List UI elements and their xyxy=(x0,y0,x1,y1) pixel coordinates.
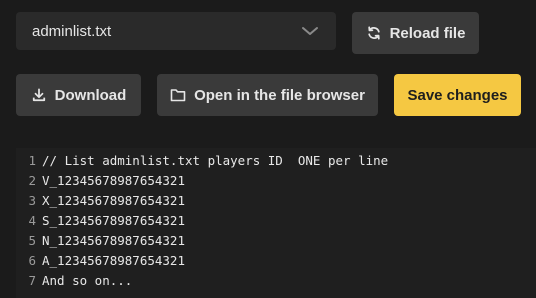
file-select[interactable]: adminlist.txt xyxy=(16,12,336,50)
download-icon xyxy=(31,87,47,103)
editor-line: 6 A_12345678987654321 xyxy=(16,251,536,271)
line-text[interactable]: S_12345678987654321 xyxy=(42,211,185,231)
file-editor-panel: adminlist.txt Reload file Download Open … xyxy=(0,0,536,298)
editor-line: 3 X_12345678987654321 xyxy=(16,191,536,211)
line-number: 2 xyxy=(28,173,36,188)
reload-icon xyxy=(366,25,382,41)
line-number: 1 xyxy=(28,153,36,168)
save-changes-button[interactable]: Save changes xyxy=(394,74,521,116)
editor-line: 2 V_12345678987654321 xyxy=(16,171,536,191)
file-select-value: adminlist.txt xyxy=(32,22,112,40)
line-number: 7 xyxy=(28,273,36,288)
line-text[interactable]: A_12345678987654321 xyxy=(42,251,185,271)
line-text[interactable]: X_12345678987654321 xyxy=(42,191,185,211)
editor-line: 5 N_12345678987654321 xyxy=(16,231,536,251)
editor-line: 7 And so on... xyxy=(16,271,536,291)
line-number: 4 xyxy=(28,213,36,228)
editor-line: 1 // List adminlist.txt players ID ONE p… xyxy=(16,151,536,171)
save-changes-label: Save changes xyxy=(407,86,508,104)
folder-icon xyxy=(170,87,186,103)
editor-line: 4 S_12345678987654321 xyxy=(16,211,536,231)
chevron-down-icon[interactable] xyxy=(300,21,320,41)
reload-file-button[interactable]: Reload file xyxy=(352,12,479,54)
line-text[interactable]: // List adminlist.txt players ID ONE per… xyxy=(42,151,388,171)
line-text[interactable]: And so on... xyxy=(42,271,132,291)
code-editor[interactable]: 1 // List adminlist.txt players ID ONE p… xyxy=(16,148,536,298)
open-file-browser-label: Open in the file browser xyxy=(194,86,365,104)
download-label: Download xyxy=(54,86,127,104)
line-number: 3 xyxy=(28,193,36,208)
download-button[interactable]: Download xyxy=(16,74,141,116)
reload-file-label: Reload file xyxy=(389,24,466,42)
line-number: 6 xyxy=(28,253,36,268)
line-number: 5 xyxy=(28,233,36,248)
line-text[interactable]: V_12345678987654321 xyxy=(42,171,185,191)
open-file-browser-button[interactable]: Open in the file browser xyxy=(157,74,378,116)
line-text[interactable]: N_12345678987654321 xyxy=(42,231,185,251)
